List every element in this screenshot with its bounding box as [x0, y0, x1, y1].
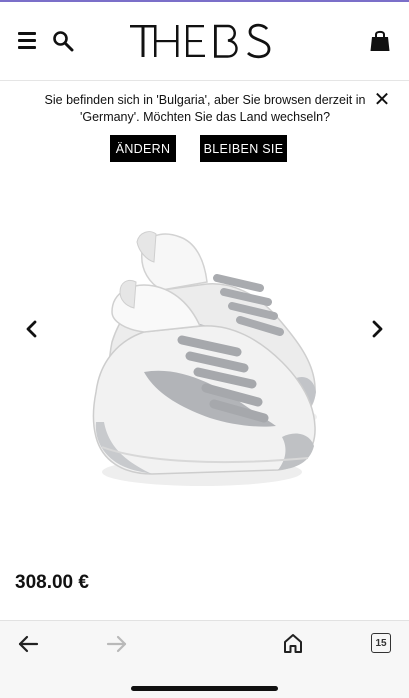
- search-icon[interactable]: [52, 30, 74, 52]
- forward-arrow-icon: [106, 635, 127, 653]
- tabs-icon[interactable]: 15: [371, 633, 391, 653]
- stay-button[interactable]: BLEIBEN SIE: [200, 135, 287, 162]
- home-icon[interactable]: [282, 632, 304, 654]
- next-image-icon[interactable]: [367, 319, 387, 339]
- home-indicator: [131, 686, 278, 691]
- menu-icon[interactable]: [18, 32, 36, 49]
- product-price: 308.00 €: [15, 572, 89, 593]
- change-country-button[interactable]: ÄNDERN: [110, 135, 176, 162]
- close-icon[interactable]: ✕: [373, 90, 391, 110]
- back-arrow-icon[interactable]: [17, 633, 39, 655]
- country-notice-banner: Sie befinden sich in 'Bulgaria', aber Si…: [0, 81, 409, 174]
- previous-image-icon[interactable]: [22, 319, 42, 339]
- shopping-bag-icon[interactable]: [369, 29, 391, 53]
- product-gallery: [0, 174, 409, 544]
- site-header: [0, 2, 409, 80]
- thebs-logo[interactable]: [128, 20, 278, 62]
- product-image[interactable]: [82, 222, 327, 492]
- country-notice-message: Sie befinden sich in 'Bulgaria', aber Si…: [44, 93, 366, 124]
